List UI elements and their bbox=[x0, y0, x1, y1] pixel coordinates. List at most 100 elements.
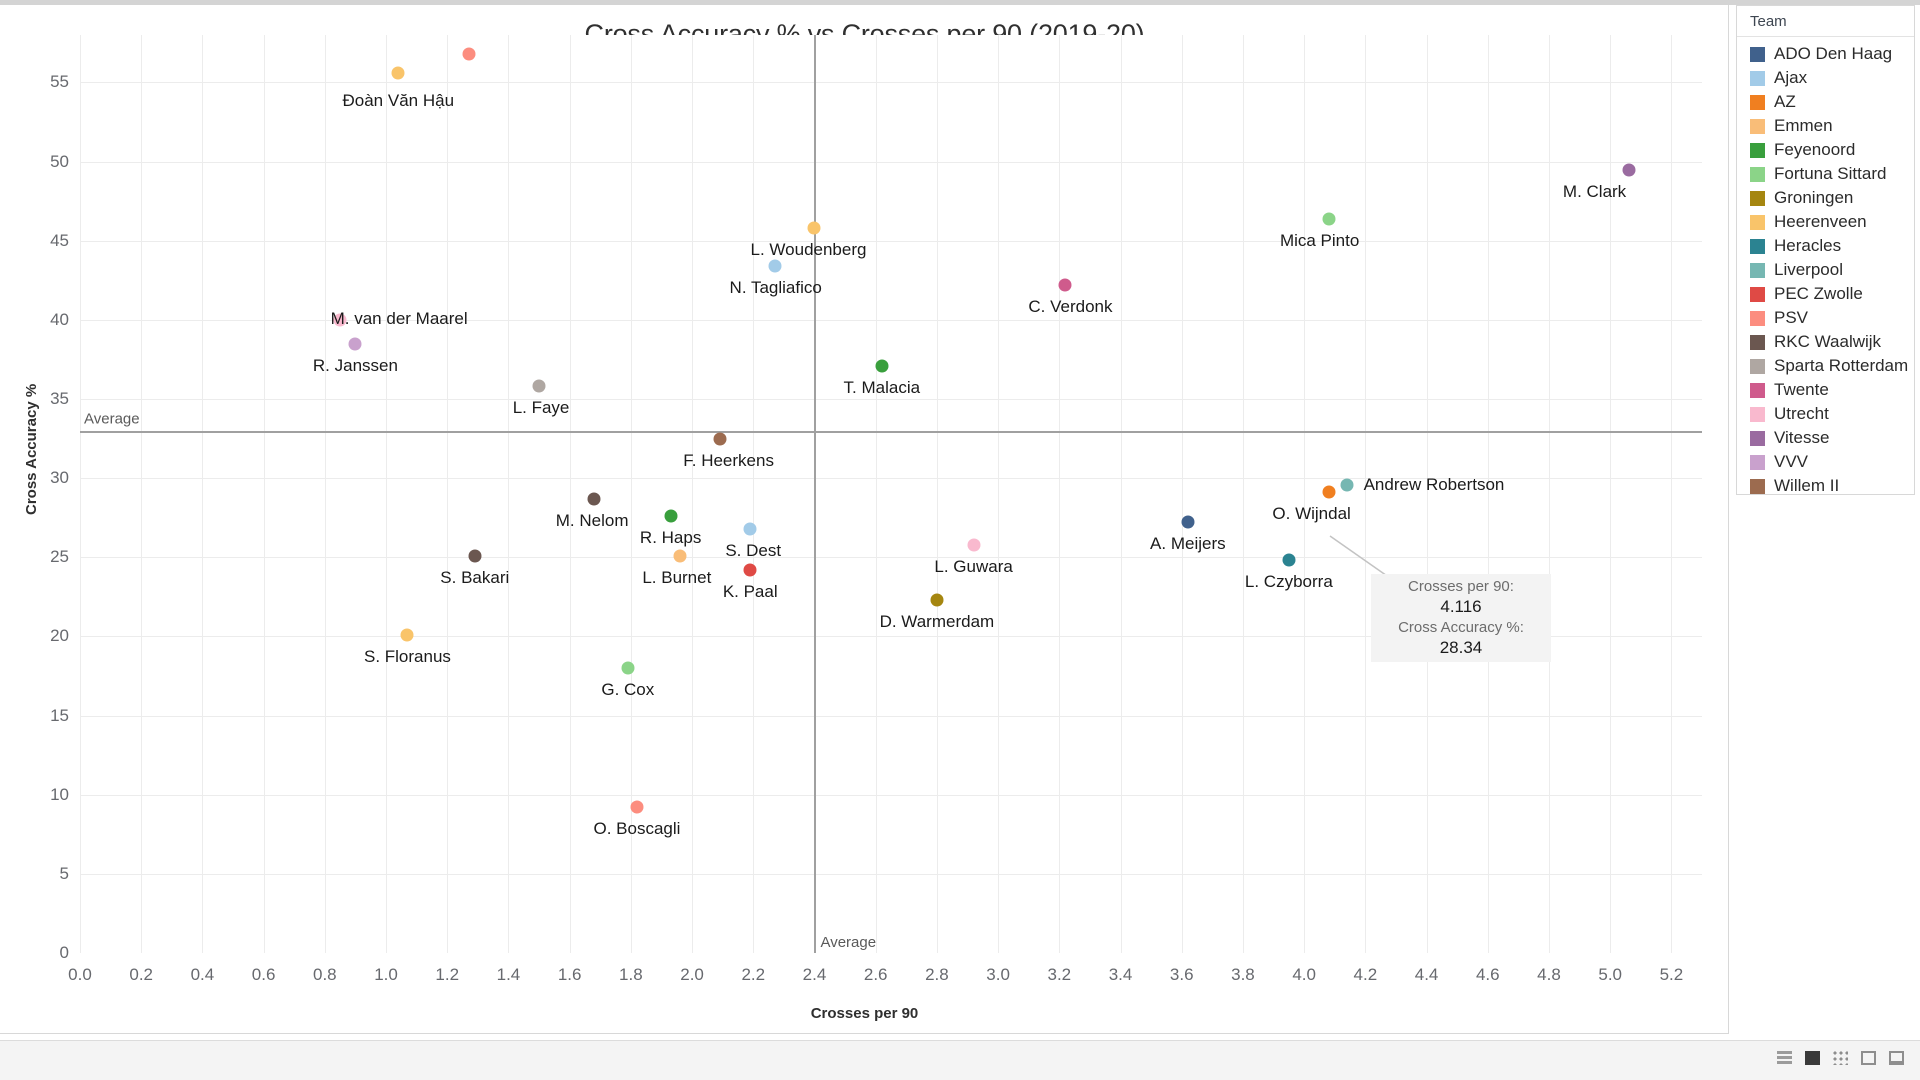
scatter-point[interactable] bbox=[743, 522, 757, 536]
legend-color-swatch bbox=[1750, 358, 1765, 374]
legend-item[interactable]: Feyenoord bbox=[1737, 138, 1914, 162]
legend-color-swatch bbox=[1750, 118, 1765, 134]
x-axis-tick-label: 1.6 bbox=[557, 965, 582, 984]
scatter-point[interactable] bbox=[462, 47, 476, 61]
x-gridline bbox=[753, 35, 755, 953]
tooltip-value-accuracy: 28.34 bbox=[1439, 638, 1483, 658]
bottom-icon-group bbox=[1777, 1051, 1904, 1065]
legend-color-swatch bbox=[1750, 190, 1765, 206]
legend-color-swatch bbox=[1750, 94, 1765, 110]
legend-color-swatch bbox=[1750, 70, 1765, 86]
legend-item-label: Vitesse bbox=[1774, 428, 1830, 447]
legend-item[interactable]: Ajax bbox=[1737, 66, 1914, 90]
scatter-point-label: G. Cox bbox=[601, 680, 655, 700]
legend-item[interactable]: ADO Den Haag bbox=[1737, 42, 1914, 66]
legend-color-swatch bbox=[1750, 214, 1765, 230]
x-gridline bbox=[447, 35, 449, 953]
average-label-vertical: Average bbox=[820, 934, 877, 951]
y-gridline bbox=[80, 319, 1702, 321]
scatter-point[interactable] bbox=[807, 221, 821, 235]
scatter-point[interactable] bbox=[768, 259, 782, 273]
y-gridline bbox=[80, 161, 1702, 163]
scatter-point-label: Andrew Robertson bbox=[1363, 474, 1505, 494]
x-gridline bbox=[1059, 35, 1061, 953]
expand-icon[interactable] bbox=[1861, 1051, 1876, 1065]
x-axis-tick-label: 2.8 bbox=[925, 965, 949, 984]
legend-item[interactable]: Liverpool bbox=[1737, 258, 1914, 282]
scatter-point[interactable] bbox=[630, 800, 644, 814]
scatter-point-label: M. Nelom bbox=[555, 510, 629, 530]
scatter-point-label: N. Tagliafico bbox=[729, 278, 822, 298]
legend-item[interactable]: Heracles bbox=[1737, 234, 1914, 258]
legend-item[interactable]: Sparta Rotterdam bbox=[1737, 354, 1914, 378]
y-gridline bbox=[80, 240, 1702, 242]
legend-item[interactable]: PEC Zwolle bbox=[1737, 282, 1914, 306]
square-view-icon[interactable] bbox=[1805, 1051, 1820, 1065]
fullscreen-icon[interactable] bbox=[1889, 1051, 1904, 1065]
dot-view-icon[interactable] bbox=[1833, 1051, 1848, 1065]
legend-item-label: Utrecht bbox=[1774, 404, 1829, 423]
x-axis-tick-label: 0.6 bbox=[251, 965, 276, 984]
scatter-point[interactable] bbox=[1058, 278, 1072, 292]
scatter-point[interactable] bbox=[664, 509, 678, 523]
scatter-point-label: L. Woudenberg bbox=[750, 240, 867, 260]
scatter-point-label: S. Dest bbox=[725, 540, 782, 560]
x-gridline bbox=[263, 35, 265, 953]
legend-item-label: PEC Zwolle bbox=[1774, 284, 1863, 303]
scatter-point[interactable] bbox=[468, 549, 482, 563]
scatter-point[interactable] bbox=[1322, 212, 1336, 226]
scatter-point[interactable] bbox=[673, 549, 687, 563]
y-axis-tick-label: 10 bbox=[50, 784, 69, 804]
x-axis-tick-label: 3.2 bbox=[1047, 965, 1072, 984]
scatter-point[interactable] bbox=[1181, 515, 1195, 529]
scatter-point[interactable] bbox=[930, 593, 944, 607]
legend-item[interactable]: Willem II bbox=[1737, 474, 1914, 498]
x-axis-tick-label: 5.2 bbox=[1659, 965, 1684, 984]
legend-item-label: Fortuna Sittard bbox=[1774, 164, 1887, 183]
legend-item[interactable]: Heerenveen bbox=[1737, 210, 1914, 234]
x-gridline bbox=[324, 35, 326, 953]
scatter-point[interactable] bbox=[587, 492, 601, 506]
scatter-point[interactable] bbox=[532, 379, 546, 393]
legend-item[interactable]: PSV bbox=[1737, 306, 1914, 330]
legend-color-swatch bbox=[1750, 382, 1765, 398]
plot-area[interactable]: 0.0 0.2 0.4 0.6 0.8 1.0 1.2 1.4 1.6 1.8 2.0 2.2 2.4 2… bbox=[50, 35, 1702, 984]
scatter-point[interactable] bbox=[348, 337, 362, 351]
y-axis-tick-label: 50 bbox=[50, 151, 69, 171]
scatter-point[interactable] bbox=[1322, 485, 1336, 499]
legend-color-swatch bbox=[1750, 286, 1765, 302]
legend-item[interactable]: Groningen bbox=[1737, 186, 1914, 210]
scatter-point[interactable] bbox=[743, 563, 757, 577]
scatter-point-label: K. Paal bbox=[722, 581, 778, 601]
scatter-point[interactable] bbox=[1622, 163, 1636, 177]
scatter-point[interactable] bbox=[713, 432, 727, 446]
scatter-point[interactable] bbox=[1282, 553, 1296, 567]
legend-item[interactable]: Emmen bbox=[1737, 114, 1914, 138]
legend-item[interactable]: Vitesse bbox=[1737, 426, 1914, 450]
x-gridline bbox=[1671, 35, 1673, 953]
scatter-point[interactable] bbox=[621, 661, 635, 675]
scatter-point[interactable] bbox=[875, 359, 889, 373]
x-axis-title: Crosses per 90 bbox=[810, 1005, 919, 1022]
x-axis-tick-label: 0.4 bbox=[190, 965, 215, 984]
legend-item[interactable]: Twente bbox=[1737, 378, 1914, 402]
legend-item[interactable]: VVV bbox=[1737, 450, 1914, 474]
x-gridline bbox=[386, 35, 388, 953]
legend-item[interactable]: AZ bbox=[1737, 90, 1914, 114]
scatter-point-label: A. Meijers bbox=[1150, 534, 1226, 554]
legend-item[interactable]: RKC Waalwijk bbox=[1737, 330, 1914, 354]
scatter-point-label: Đoàn Văn Hậu bbox=[342, 90, 455, 110]
scatter-point[interactable] bbox=[400, 628, 414, 642]
x-gridline bbox=[692, 35, 694, 953]
scatter-point[interactable] bbox=[1340, 478, 1354, 491]
scatter-point-label: F. Heerkens bbox=[683, 450, 774, 470]
legend-item[interactable]: Fortuna Sittard bbox=[1737, 162, 1914, 186]
scatter-point-label: L. Czyborra bbox=[1244, 572, 1333, 592]
y-axis-tick-label: 0 bbox=[59, 943, 69, 962]
scatter-point[interactable] bbox=[391, 66, 405, 80]
grid-view-icon[interactable] bbox=[1777, 1051, 1792, 1065]
scatter-point[interactable] bbox=[967, 538, 981, 552]
legend-item[interactable]: Utrecht bbox=[1737, 402, 1914, 426]
legend-panel: Team ADO Den Haag Ajax AZ Emmen Feyenoord For… bbox=[1736, 5, 1915, 495]
scatter-point-label: R. Haps bbox=[639, 528, 702, 548]
